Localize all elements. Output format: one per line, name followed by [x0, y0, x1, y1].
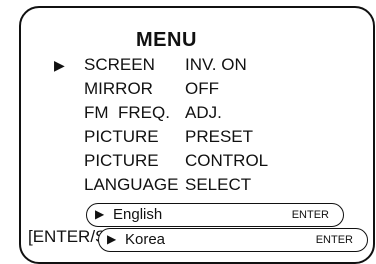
play-arrow-icon: ▶	[107, 232, 117, 246]
selection-arrow-icon: ▶	[54, 57, 65, 73]
menu-item-label: FM FREQ.	[84, 103, 170, 122]
footer-hint: [ENTER/S	[28, 227, 107, 246]
language-option-label: English	[113, 206, 163, 223]
menu-item-label: MIRROR	[84, 79, 153, 98]
menu-item-value: INV. ON	[185, 55, 247, 74]
language-option-label: Korea	[125, 231, 166, 248]
menu-item-label: SCREEN	[84, 55, 155, 74]
menu-item-label: PICTURE	[84, 127, 159, 146]
play-arrow-icon: ▶	[95, 207, 105, 221]
menu-item-label: PICTURE	[84, 151, 159, 170]
language-option-korea[interactable]: ▶ Korea ENTER	[98, 228, 368, 252]
menu-item-value: CONTROL	[185, 151, 269, 170]
menu-item-value: ADJ.	[185, 103, 222, 122]
enter-label: ENTER	[315, 234, 353, 246]
menu-item-label: LANGUAGE	[84, 175, 179, 194]
enter-label: ENTER	[291, 209, 329, 221]
menu-item-value: OFF	[185, 79, 219, 98]
menu-item-value: PRESET	[185, 127, 254, 146]
menu-item-value: SELECT	[185, 175, 252, 194]
menu-title: MENU	[136, 29, 197, 51]
language-option-english[interactable]: ▶ English ENTER	[86, 203, 344, 227]
